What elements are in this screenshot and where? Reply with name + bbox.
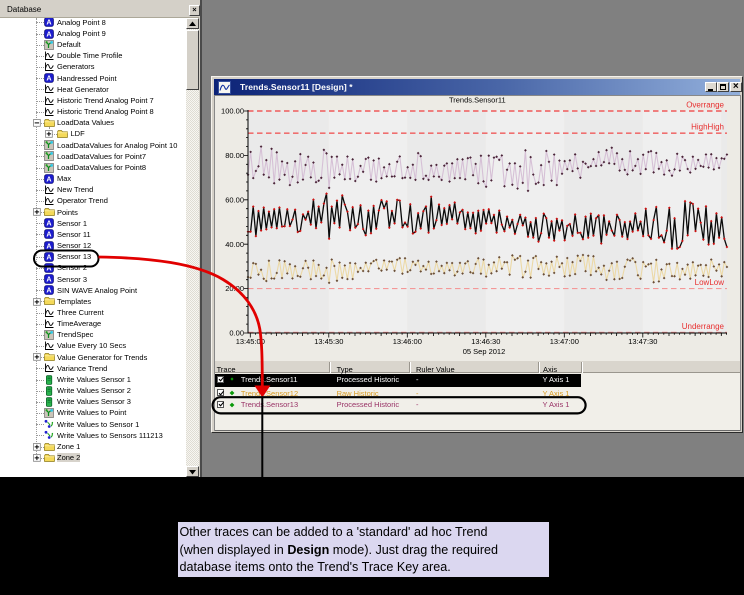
svg-text:13:47:00: 13:47:00 [550,337,579,346]
svg-text:13:47:30: 13:47:30 [628,337,657,346]
svg-text:Overrange: Overrange [686,101,724,110]
svg-text:A: A [46,263,51,272]
svg-text:A: A [46,174,51,183]
svg-text:13:45:00: 13:45:00 [236,337,265,346]
svg-text:A: A [46,275,51,284]
svg-text:Underrange: Underrange [682,322,725,331]
svg-text:A: A [46,230,51,239]
svg-text:Trends.Sensor11: Trends.Sensor11 [449,96,506,105]
svg-text:A: A [46,219,51,228]
svg-text:13:46:30: 13:46:30 [471,337,500,346]
svg-text:A: A [46,29,51,38]
svg-text:A: A [46,241,51,250]
svg-text:13:45:30: 13:45:30 [314,337,343,346]
svg-text:20.00: 20.00 [225,284,244,293]
svg-text:05 Sep 2012: 05 Sep 2012 [463,347,506,356]
svg-text:A: A [46,18,51,27]
svg-text:100.00: 100.00 [221,107,244,116]
svg-text:80.00: 80.00 [225,151,244,160]
svg-text:40.00: 40.00 [225,240,244,249]
svg-text:A: A [46,252,51,261]
svg-text:A: A [46,74,51,83]
svg-text:60.00: 60.00 [225,195,244,204]
svg-text:A: A [46,286,51,295]
svg-text:13:46:00: 13:46:00 [393,337,422,346]
svg-text:LowLow: LowLow [695,278,725,287]
svg-text:HighHigh: HighHigh [691,123,724,132]
